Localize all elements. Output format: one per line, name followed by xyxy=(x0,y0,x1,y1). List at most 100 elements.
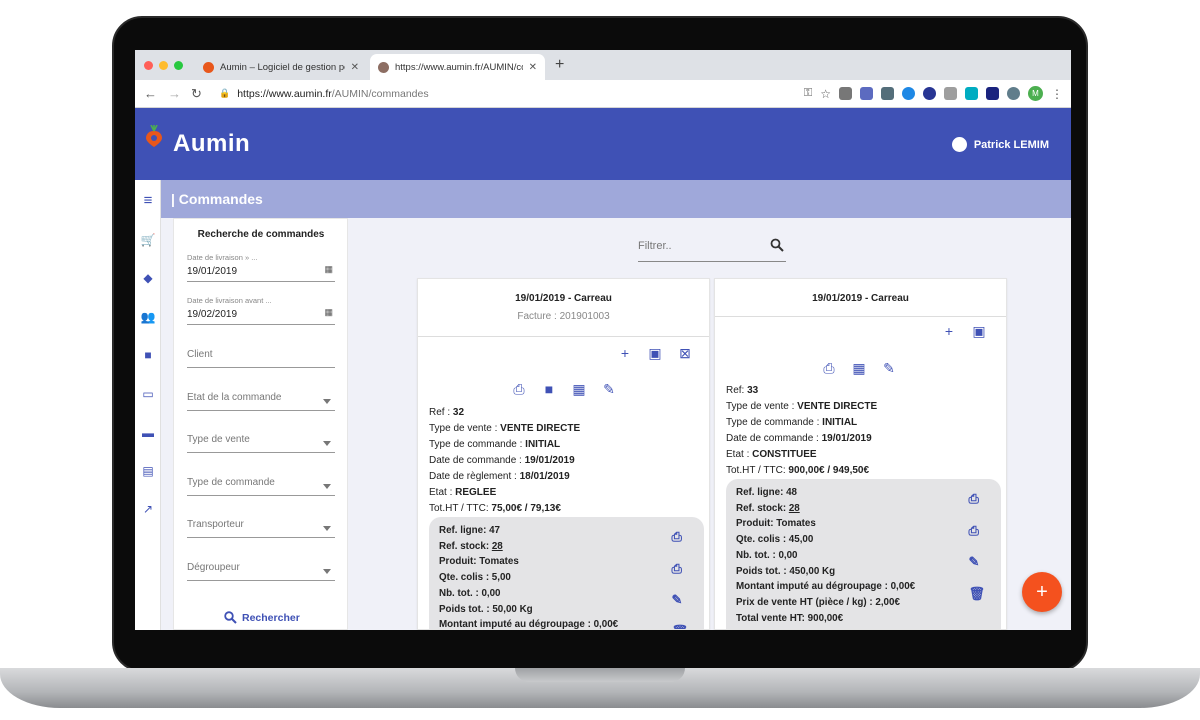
back-arrow-icon[interactable]: ← xyxy=(144,86,157,101)
book-icon[interactable]: ■ xyxy=(541,381,557,397)
date-before-label: Date de livraison avant ... xyxy=(187,296,272,305)
montant-degroupage: Montant imputé au dégroupage : 0,00€ xyxy=(736,581,916,593)
print-icon[interactable]: ⎙ xyxy=(821,360,837,376)
extension-2-icon[interactable] xyxy=(881,87,894,100)
user-menu[interactable]: Patrick LEMIM xyxy=(951,137,1049,152)
order-doc-actions: ⎙ ▦ ✎ xyxy=(821,360,897,376)
cast-icon[interactable] xyxy=(839,87,852,100)
more-vert-icon[interactable]: ⋮ xyxy=(1051,87,1063,101)
order-actions: + ▣ xyxy=(941,323,987,340)
client-input[interactable]: Client xyxy=(187,345,335,368)
tab-close-icon[interactable]: ✕ xyxy=(351,62,359,73)
book-icon[interactable]: ■ xyxy=(140,347,156,363)
poids-tot: Poids tot. : 450,00 Kg xyxy=(736,565,836,577)
order-title: 19/01/2019 - Carreau xyxy=(515,293,612,304)
trending-up-icon[interactable]: ↗ xyxy=(140,501,156,517)
cart-icon[interactable]: 🛒 xyxy=(140,232,156,248)
address-bar: ← → ↻ 🔒 https://www.aumin.fr/AUMIN/comma… xyxy=(135,80,1071,108)
comment-icon[interactable]: ▣ xyxy=(647,345,663,361)
extension-1-icon[interactable] xyxy=(860,87,873,100)
menu-icon[interactable]: ≡ xyxy=(140,192,156,209)
ref-stock: Ref. stock: 28 xyxy=(439,540,503,552)
search-icon[interactable] xyxy=(770,238,784,252)
calendar-icon[interactable]: ▦ xyxy=(851,360,867,376)
etat-select[interactable]: Etat de la commande xyxy=(187,388,335,411)
calendar-icon[interactable]: ▦ xyxy=(571,381,587,397)
edit-icon[interactable]: ✎ xyxy=(968,554,985,570)
maximize-window-dot[interactable] xyxy=(174,61,183,70)
print-icon[interactable]: ⎙ xyxy=(968,491,985,507)
order-info: Ref: 33 Type de vente : VENTE DIRECTE Ty… xyxy=(726,383,877,479)
print-icon[interactable]: ⎙ xyxy=(671,561,688,577)
site-favicon-icon xyxy=(378,61,389,73)
people-icon[interactable]: 👥 xyxy=(140,309,156,325)
calendar-icon[interactable]: ▦ xyxy=(324,307,333,318)
extension-3-icon[interactable] xyxy=(902,87,915,100)
new-tab-button[interactable]: + xyxy=(555,56,564,74)
tab-close-icon[interactable]: ✕ xyxy=(529,62,537,73)
delete-icon[interactable]: 🗑 xyxy=(671,624,688,629)
edit-icon[interactable]: ✎ xyxy=(671,592,688,608)
extension-7-icon[interactable] xyxy=(986,87,999,100)
extension-5-icon[interactable] xyxy=(944,87,957,100)
total-vente: Total vente HT: 900,00€ xyxy=(736,612,844,624)
minimize-window-dot[interactable] xyxy=(159,61,168,70)
reload-icon[interactable]: ↻ xyxy=(191,86,202,102)
credit-card-icon[interactable]: ▭ xyxy=(140,386,156,402)
order-card-header: 19/01/2019 - Carreau Facture : 201901003 xyxy=(418,279,709,337)
date-after-value: 19/01/2019 xyxy=(187,266,238,277)
nav-rail: ≡ 🛒 ◆ 👥 ■ ▭ ▬ ▤ ↗ xyxy=(135,180,161,630)
comment-icon[interactable]: ▣ xyxy=(971,323,987,339)
ref-stock-link[interactable]: 28 xyxy=(492,541,503,552)
close-window-dot[interactable] xyxy=(144,61,153,70)
order-actions: + ▣ ⊠ xyxy=(617,345,693,362)
filter-input[interactable]: Filtrer.. xyxy=(638,236,786,262)
delete-icon[interactable]: 🗑 xyxy=(968,586,985,602)
order-field-type-commande: Type de commande : INITIAL xyxy=(429,439,561,450)
extension-8-icon[interactable] xyxy=(1007,87,1020,100)
ticket-icon[interactable]: ▬ xyxy=(140,425,156,441)
date-before-field[interactable]: Date de livraison avant ... 19/02/2019 ▦ xyxy=(187,296,335,325)
app-header: Aumin Patrick LEMIM xyxy=(135,108,1071,180)
ref-ligne: Ref. ligne: 47 xyxy=(439,525,500,536)
extension-6-icon[interactable] xyxy=(965,87,978,100)
order-card-header: 19/01/2019 - Carreau xyxy=(715,279,1006,317)
key-icon[interactable]: ⚿ xyxy=(804,87,812,100)
add-order-fab[interactable]: + xyxy=(1022,572,1062,612)
clipboard-icon[interactable]: ▤ xyxy=(140,463,156,479)
search-button[interactable]: Rechercher xyxy=(224,611,300,624)
print-icon[interactable]: ⎙ xyxy=(511,381,527,397)
type-vente-select[interactable]: Type de vente xyxy=(187,430,335,453)
add-icon[interactable]: + xyxy=(617,345,633,361)
star-icon[interactable]: ☆ xyxy=(820,87,831,101)
select-label: Etat de la commande xyxy=(187,392,282,403)
print-icon[interactable]: ⎙ xyxy=(671,529,688,545)
order-field-date-reglement: Date de règlement : 18/01/2019 xyxy=(429,471,570,482)
add-icon[interactable]: + xyxy=(941,323,957,339)
forward-arrow-icon[interactable]: → xyxy=(168,86,181,101)
order-field-total: Tot.HT / TTC: 900,00€ / 949,50€ xyxy=(726,465,870,476)
date-after-field[interactable]: Date de livraison » ... 19/01/2019 ▦ xyxy=(187,253,335,282)
browser-tab-1[interactable]: Aumin – Logiciel de gestion pou ✕ xyxy=(195,54,367,80)
print-icon[interactable]: ⎙ xyxy=(968,523,985,539)
calendar-icon[interactable]: ▦ xyxy=(324,264,333,275)
order-field-etat: Etat : CONSTITUEE xyxy=(726,449,817,460)
extension-4-icon[interactable] xyxy=(923,87,936,100)
comment-off-icon[interactable]: ⊠ xyxy=(677,345,693,361)
profile-avatar[interactable]: M xyxy=(1028,86,1043,101)
dropdown-arrow-icon xyxy=(323,569,331,574)
edit-icon[interactable]: ✎ xyxy=(601,381,617,397)
transporteur-select[interactable]: Transporteur xyxy=(187,515,335,538)
tab-title: https://www.aumin.fr/AUMIN/co xyxy=(395,61,523,73)
ref-stock-link[interactable]: 28 xyxy=(789,503,800,514)
order-field-type-commande: Type de commande : INITIAL xyxy=(726,417,858,428)
order-field-total: Tot.HT / TTC: 75,00€ / 79,13€ xyxy=(429,503,561,514)
browser-tab-2[interactable]: https://www.aumin.fr/AUMIN/co ✕ xyxy=(370,54,545,80)
url-field[interactable]: 🔒 https://www.aumin.fr/AUMIN/commandes xyxy=(219,83,779,104)
edit-icon[interactable]: ✎ xyxy=(881,360,897,376)
type-commande-select[interactable]: Type de commande xyxy=(187,473,335,496)
tag-icon[interactable]: ◆ xyxy=(140,270,156,286)
degroupeur-select[interactable]: Dégroupeur xyxy=(187,558,335,581)
app-title[interactable]: Aumin xyxy=(173,130,250,158)
search-panel: Recherche de commandes Date de livraison… xyxy=(173,218,348,630)
